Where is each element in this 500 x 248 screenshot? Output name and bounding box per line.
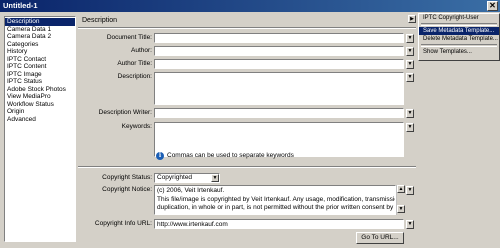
sidebar-item-iptc-contact[interactable]: IPTC Contact [5, 56, 75, 64]
section-title: Description [82, 17, 118, 24]
sidebar-item-view-mediapro[interactable]: View MediaPro [5, 93, 75, 101]
info-icon: i [156, 152, 164, 160]
description-writer-dropdown-icon[interactable]: ▼ [406, 109, 414, 118]
description-field[interactable] [154, 72, 404, 105]
copyright-notice-dropdown-icon[interactable]: ▼ [406, 186, 414, 195]
document-title-label: Document Title: [106, 34, 152, 41]
chevron-down-icon[interactable]: ▼ [211, 174, 219, 182]
copyright-url-field[interactable]: http://www.irtenkauf.com [154, 219, 404, 229]
author-title-label: Author Title: [117, 60, 152, 67]
copyright-notice-label: Copyright Notice: [102, 186, 152, 193]
copyright-url-dropdown-icon[interactable]: ▼ [406, 220, 414, 229]
sidebar-item-categories[interactable]: Categories [5, 41, 75, 49]
copyright-notice-line-1: (c) 2006, Veit Irtenkauf. [157, 187, 225, 194]
copyright-status-value: Copyrighted [157, 174, 193, 181]
menu-item-show-templates[interactable]: Show Templates... [419, 48, 499, 56]
menu-separator [421, 44, 497, 47]
author-title-field[interactable] [154, 59, 404, 69]
scroll-up-icon[interactable]: ▲ [397, 185, 405, 193]
copyright-notice-line-2: This file/image is copyrighted by Veit I… [157, 195, 396, 203]
sidebar-item-origin[interactable]: Origin [5, 108, 75, 116]
menu-item-save-metadata-template[interactable]: Save Metadata Template... [419, 27, 499, 35]
author-dropdown-icon[interactable]: ▼ [406, 47, 414, 56]
sidebar-item-advanced[interactable]: Advanced [5, 116, 75, 124]
document-title-dropdown-icon[interactable]: ▼ [406, 34, 414, 43]
sidebar-item-history[interactable]: History [5, 48, 75, 56]
sidebar-item-iptc-content[interactable]: IPTC Content [5, 63, 75, 71]
author-field[interactable] [154, 46, 404, 56]
author-title-dropdown-icon[interactable]: ▼ [406, 60, 414, 69]
keywords-dropdown-icon[interactable]: ▼ [406, 123, 414, 132]
go-to-url-button[interactable]: Go To URL... [356, 232, 404, 244]
copyright-divider [78, 166, 416, 168]
copyright-notice-field[interactable]: (c) 2006, Veit Irtenkauf. This file/imag… [154, 185, 396, 215]
menu-item-delete-metadata-template[interactable]: Delete Metadata Template... [419, 35, 499, 43]
copyright-status-select[interactable]: Copyrighted ▼ [154, 173, 220, 183]
copyright-status-label: Copyright Status: [102, 174, 152, 181]
description-writer-field[interactable] [154, 108, 404, 118]
copyright-notice-line-3: duplication, in whole or in part, is not… [157, 204, 396, 211]
sidebar-item-workflow-status[interactable]: Workflow Status [5, 101, 75, 109]
keywords-label: Keywords: [121, 123, 152, 130]
menu-arrow-icon[interactable]: ▶ [408, 15, 416, 23]
window-title: Untitled-1 [3, 1, 38, 10]
document-title-field[interactable] [154, 33, 404, 43]
sidebar-item-description[interactable]: Description [5, 18, 75, 26]
menu-separator [421, 23, 497, 26]
description-writer-label: Description Writer: [98, 109, 152, 116]
menu-item-iptc-copyright-user[interactable]: IPTC Copyright-User [419, 14, 499, 22]
description-dropdown-icon[interactable]: ▼ [406, 73, 414, 82]
sidebar-item-iptc-image[interactable]: IPTC Image [5, 71, 75, 79]
scroll-down-icon[interactable]: ▼ [397, 205, 405, 213]
sidebar-item-adobe-stock-photos[interactable]: Adobe Stock Photos [5, 86, 75, 94]
section-divider [78, 27, 416, 29]
sidebar-item-iptc-status[interactable]: IPTC Status [5, 78, 75, 86]
description-panel: Description Document Title: ▼ Author: ▼ … [78, 13, 416, 245]
category-list[interactable]: Description Camera Data 1 Camera Data 2 … [4, 16, 76, 242]
keywords-hint-text: Commas can be used to separate keywords [167, 152, 294, 159]
copyright-url-label: Copyright Info URL: [94, 220, 152, 227]
close-icon[interactable]: ✕ [487, 1, 498, 11]
sidebar-item-camera-data-1[interactable]: Camera Data 1 [5, 26, 75, 34]
copyright-notice-scrollbar[interactable]: ▲ ▼ [396, 185, 405, 215]
author-label: Author: [131, 47, 152, 54]
description-label: Description: [117, 73, 152, 80]
sidebar-item-camera-data-2[interactable]: Camera Data 2 [5, 33, 75, 41]
keywords-hint: i Commas can be used to separate keywords [156, 152, 294, 160]
template-menu: IPTC Copyright-User Save Metadata Templa… [418, 13, 500, 61]
title-bar: Untitled-1 ✕ [0, 0, 500, 12]
